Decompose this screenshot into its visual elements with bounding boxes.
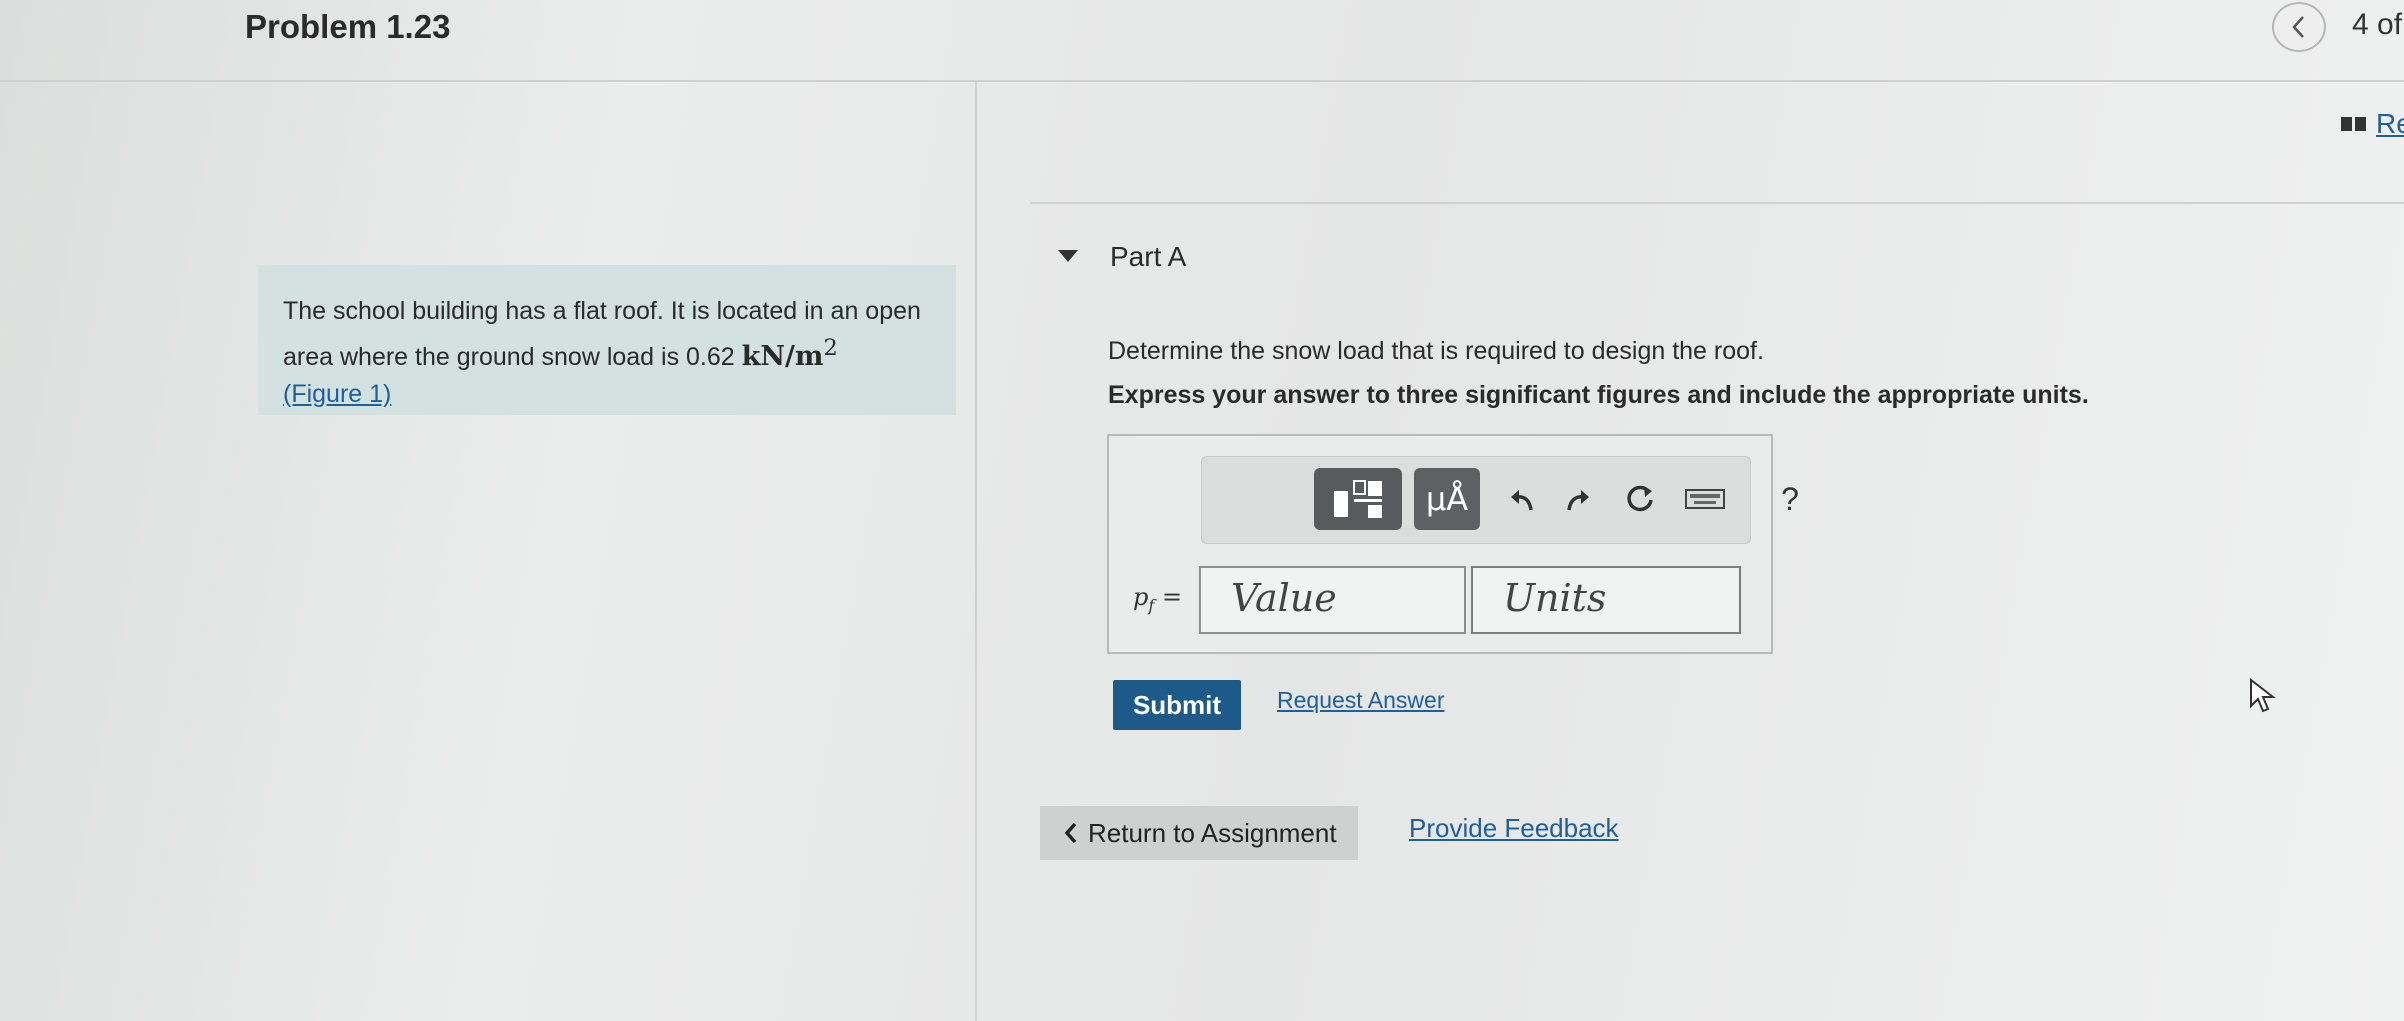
request-answer-link[interactable]: Request Answer [1277, 687, 1444, 714]
templates-button[interactable] [1314, 468, 1402, 530]
return-label: Return to Assignment [1088, 817, 1337, 848]
answer-variable-label: pf = [1133, 583, 1183, 615]
problem-pager: 4 of [2352, 8, 2403, 41]
keyboard-button[interactable] [1682, 479, 1728, 519]
problem-text-line1: The school building has a flat roof. It … [283, 297, 921, 325]
undo-button[interactable] [1502, 479, 1542, 519]
answer-box: μÅ ? pf = Value Units [1107, 434, 1799, 654]
question-text: Determine the snow load that is required… [1108, 337, 1764, 365]
problem-text-line2-prefix: area where the ground snow load is 0.62 [283, 343, 742, 371]
submit-button[interactable]: Submit [1113, 680, 1241, 730]
collapse-triangle-icon[interactable] [1057, 249, 1079, 263]
provide-feedback-link[interactable]: Provide Feedback [1409, 813, 1619, 844]
problem-statement: The school building has a flat roof. It … [258, 265, 956, 415]
part-divider [1030, 202, 2404, 204]
templates-icon [1334, 480, 1382, 518]
previous-problem-button[interactable] [2272, 2, 2326, 52]
units-input[interactable]: Units [1471, 566, 1741, 634]
instruction-text: Express your answer to three significant… [1108, 381, 2089, 409]
snow-load-unit: kN/m2 [741, 335, 838, 372]
value-input[interactable]: Value [1199, 566, 1466, 634]
undo-icon [1511, 490, 1533, 511]
keyboard-icon [1685, 489, 1725, 509]
figure-link[interactable]: (Figure 1) [283, 380, 391, 408]
reset-button[interactable] [1620, 479, 1660, 519]
top-bar: Problem 1.23 4 of [0, 0, 2404, 82]
return-to-assignment-button[interactable]: Return to Assignment [1040, 806, 1358, 860]
chevron-left-icon [1064, 822, 1077, 844]
redo-icon [1567, 490, 1589, 511]
part-label: Part A [1110, 241, 1187, 272]
book-icon [2341, 117, 2366, 131]
panel-divider [975, 82, 977, 1021]
redo-button[interactable] [1558, 479, 1598, 519]
problem-title: Problem 1.23 [245, 8, 451, 45]
mouse-cursor-icon [2250, 678, 2276, 713]
units-button[interactable]: μÅ [1414, 468, 1480, 530]
reset-icon [1627, 485, 1653, 512]
help-button[interactable]: ? [1770, 479, 1810, 519]
review-link-label: Re [2376, 108, 2404, 139]
chevron-left-icon [2292, 16, 2304, 38]
review-link[interactable]: Re [2340, 108, 2404, 140]
math-toolbar: μÅ ? [1201, 456, 1799, 544]
problem-text-line2: area where the ground snow load is 0.62 … [283, 330, 932, 376]
